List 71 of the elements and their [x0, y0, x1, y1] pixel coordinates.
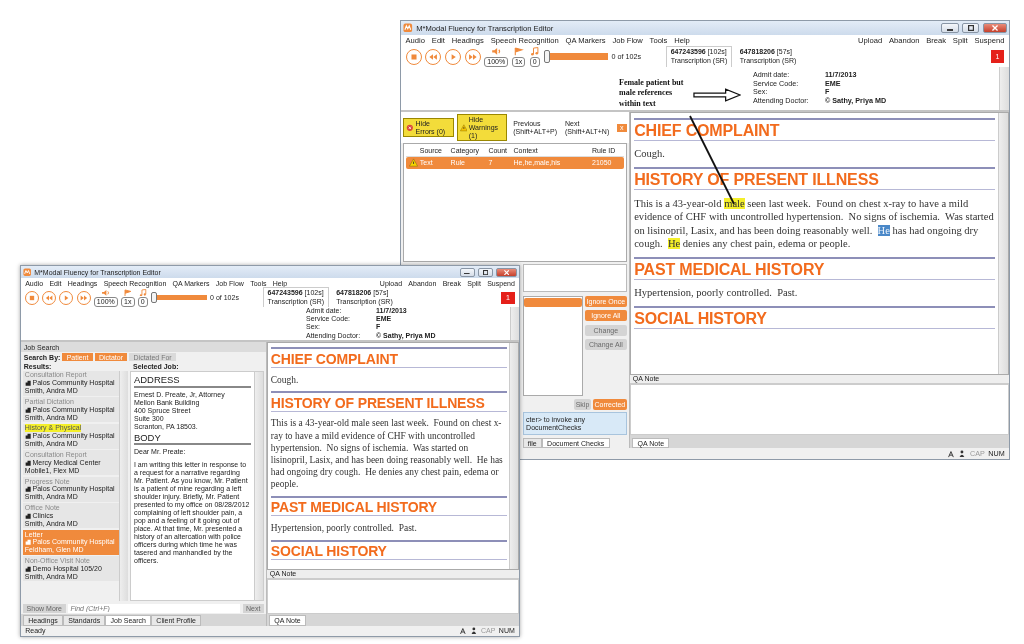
music-note-icon[interactable]	[529, 46, 541, 56]
minimize-icon	[946, 28, 954, 31]
scrollbar[interactable]	[254, 371, 263, 601]
maximize-icon	[482, 269, 489, 275]
user-icon	[469, 626, 478, 635]
paragraph: Cough.	[270, 373, 300, 386]
warning-icon	[459, 123, 468, 132]
paragraph: Cough.	[634, 147, 666, 161]
minimize-button[interactable]	[459, 267, 475, 277]
minimize-icon	[464, 272, 470, 275]
section-heading: ADDRESS	[134, 374, 252, 388]
pen-icon	[458, 626, 467, 635]
building-icon	[24, 459, 32, 466]
scrollbar[interactable]	[119, 370, 129, 602]
paragraph: Hypertension, poorly controlled. Past.	[270, 521, 418, 534]
error-icon	[406, 123, 415, 132]
section-heading: SOCIAL HISTORY	[270, 543, 388, 560]
document-editor[interactable]	[267, 342, 519, 570]
section-heading: PAST MEDICAL HISTORY	[270, 499, 439, 516]
note-field[interactable]	[630, 384, 1009, 436]
maximize-button[interactable]	[961, 22, 980, 34]
stop-button[interactable]	[25, 290, 40, 305]
maximize-button[interactable]	[477, 267, 494, 277]
app-icon	[23, 267, 32, 277]
section-heading: BODY	[134, 432, 252, 446]
pen-icon	[946, 449, 955, 458]
close-icon	[991, 25, 998, 31]
scrollbar[interactable]	[999, 67, 1009, 110]
building-icon	[24, 406, 32, 413]
text-field[interactable]	[522, 264, 627, 292]
rewind-button[interactable]	[425, 48, 442, 65]
section-heading: PAST MEDICAL HISTORY	[634, 260, 826, 279]
fast-forward-button[interactable]	[464, 48, 481, 65]
note-field[interactable]	[267, 578, 519, 615]
suggestion-list[interactable]	[522, 295, 583, 397]
app-icon	[403, 23, 413, 33]
document-editor[interactable]	[630, 112, 1009, 375]
minimize-button[interactable]	[941, 22, 959, 34]
maximize-icon	[967, 25, 974, 31]
play-button[interactable]	[445, 48, 461, 65]
section-heading: HISTORY OF PRESENT ILLNESS	[270, 394, 486, 411]
annotation-text: Female patient but male references within text	[619, 78, 685, 110]
section-heading: SOCIAL HISTORY	[634, 309, 768, 329]
callout-arrow	[693, 88, 741, 102]
building-icon	[24, 380, 32, 387]
stop-button[interactable]	[405, 48, 422, 65]
building-icon	[24, 486, 32, 493]
close-icon	[503, 269, 510, 275]
user-icon	[958, 449, 967, 458]
flag-icon[interactable]	[513, 46, 525, 56]
fast-forward-button[interactable]	[76, 290, 91, 305]
building-icon	[24, 512, 32, 519]
speaker-icon[interactable]	[490, 46, 502, 56]
flag-icon[interactable]	[122, 288, 133, 297]
speaker-icon[interactable]	[100, 288, 111, 297]
building-icon	[24, 539, 32, 546]
scrollbar[interactable]	[509, 343, 518, 569]
section-heading: CHIEF COMPLAINT	[270, 350, 399, 367]
scrollbar[interactable]	[998, 113, 1008, 374]
rewind-button[interactable]	[42, 290, 57, 305]
paragraph: Hypertension, poorly controlled. Past.	[634, 286, 799, 300]
position-slider[interactable]	[543, 50, 608, 64]
paragraph: This is a 43-year-old male seen last week. Found on chest x-ray to have a mild evidence of CHF with uncontrolled hypertension. No signs of ischemia. Was started on lisinopril, Lasix, and has been doing reasonably well. He has had ongoing dry cough. He denies any chest pain, edema or people.	[270, 417, 504, 491]
paragraph: This is a 43-year-old male seen last week. Found on chest x-ray to have a mild evidence of CHF with uncontrolled hypertension. No signs of ischemia. Was started on lisinopril, Lasix, and has been doing reasonably well. He has had ongoing dry cough. He denies any chest pain, edema or people.	[634, 196, 995, 251]
list-row[interactable]	[523, 298, 582, 308]
close-button[interactable]	[495, 267, 517, 277]
music-note-icon[interactable]	[137, 288, 148, 297]
scrollbar[interactable]	[510, 306, 519, 340]
close-button[interactable]	[982, 22, 1007, 34]
play-button[interactable]	[59, 290, 74, 305]
building-icon	[24, 565, 32, 572]
